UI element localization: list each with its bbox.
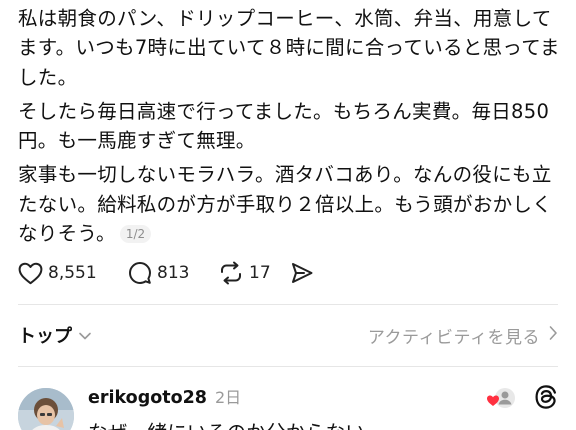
like-button[interactable]: 8,551 xyxy=(18,262,128,285)
post-body: 私は朝食のパン、ドリップコーヒー、水筒、弁当、用意してます。いつも7時に出ていて… xyxy=(18,4,563,253)
repost-icon xyxy=(218,261,244,285)
repost-button[interactable]: 17 xyxy=(218,261,290,285)
liked-by-author-icon xyxy=(486,386,516,412)
avatar[interactable] xyxy=(18,388,74,430)
comment-icon xyxy=(128,261,152,285)
reply-text: なぜ一緒にいるのか分からない xyxy=(88,416,365,430)
reply-username[interactable]: erikogoto28 xyxy=(88,388,207,408)
view-activity-label: アクティビティを見る xyxy=(367,327,540,348)
reply-timestamp: 2日 xyxy=(214,388,242,407)
divider-top xyxy=(18,304,558,305)
sort-label: トップ xyxy=(18,326,72,347)
reply-button[interactable]: 813 xyxy=(128,261,218,285)
reply-count: 813 xyxy=(157,263,190,283)
post-paragraph-1: 私は朝食のパン、ドリップコーヒー、水筒、弁当、用意してます。いつも7時に出ていて… xyxy=(18,7,560,89)
reply-sort-bar: トップ アクティビティを見る xyxy=(18,318,558,352)
chevron-right-icon xyxy=(548,325,558,345)
post-paragraph-2: そしたら毎日高速で行ってました。もちろん実費。毎日850円。も一馬鹿すぎて無理。 xyxy=(18,99,550,153)
view-activity-link[interactable]: アクティビティを見る xyxy=(368,323,558,348)
post-paragraph-3-text: 家事も一切しないモラハラ。酒タバコあり。なんの役にも立たない。給料私のが方が手取… xyxy=(18,163,553,246)
repost-count: 17 xyxy=(249,263,271,283)
divider-bottom xyxy=(18,366,558,367)
sort-dropdown[interactable]: トップ xyxy=(18,322,92,348)
share-icon xyxy=(290,261,314,285)
heart-icon xyxy=(18,262,43,285)
threads-logo-icon[interactable] xyxy=(534,384,558,414)
post-actions-bar: 8,551 813 17 xyxy=(18,258,314,288)
page-indicator-badge: 1/2 xyxy=(119,225,152,244)
post-paragraph-3: 家事も一切しないモラハラ。酒タバコあり。なんの役にも立たない。給料私のが方が手取… xyxy=(18,160,563,248)
reply-header: erikogoto28 2日 xyxy=(88,384,241,408)
reply-item: erikogoto28 2日 なぜ一緒にいるのか分からない xyxy=(18,382,558,430)
like-count: 8,551 xyxy=(48,263,97,283)
share-button[interactable] xyxy=(290,261,314,285)
threads-post-page: 私は朝食のパン、ドリップコーヒー、水筒、弁当、用意してます。いつも7時に出ていて… xyxy=(0,0,576,430)
chevron-down-icon xyxy=(78,326,92,345)
